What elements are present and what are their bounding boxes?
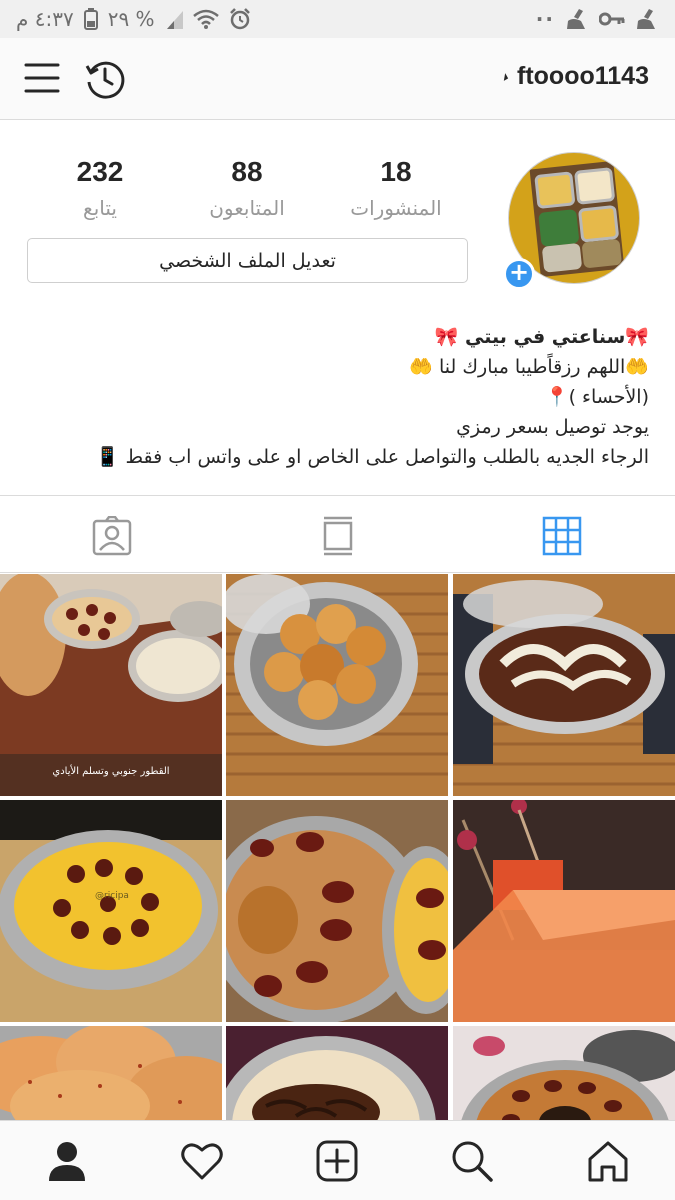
bio-line: (الأحساء )📍 — [544, 386, 649, 408]
key-icon — [599, 11, 625, 27]
following-count: 232 — [76, 156, 124, 187]
grid-icon[interactable] — [542, 516, 582, 556]
add-icon[interactable] — [315, 1139, 359, 1183]
bio: 🎀سناعتي في بيتي 🎀 🤲اللهم رزقاًطيبا مبارك… — [19, 322, 649, 472]
bio-name: 🎀سناعتي في بيتي 🎀 — [434, 326, 649, 348]
bio-line: 🤲اللهم رزقاًطيبا مبارك لنا 🤲 — [409, 356, 649, 378]
post-watermark: @ricipa — [95, 891, 129, 901]
add-story-button[interactable]: + — [503, 258, 535, 290]
following-label: يتابع — [83, 196, 117, 220]
status-right: ·· — [536, 7, 659, 31]
status-time: ٤:٣٧ م — [16, 7, 74, 31]
heart-icon[interactable] — [180, 1139, 224, 1183]
avatar-collage — [529, 160, 625, 278]
status-dots: ·· — [535, 7, 555, 31]
battery-percent: ٢٩ % — [107, 7, 155, 31]
profile-tabs — [0, 495, 675, 573]
search-icon[interactable] — [450, 1139, 494, 1183]
posts-stat[interactable]: 18 المنشورات — [336, 156, 456, 220]
post-onion-rice[interactable] — [226, 1026, 448, 1120]
caret-icon[interactable] — [500, 72, 509, 81]
battery-icon — [83, 8, 98, 30]
history-icon[interactable] — [84, 58, 126, 100]
post-date-cake[interactable] — [453, 1026, 675, 1120]
signal-icon — [165, 9, 183, 29]
following-stat[interactable]: 232 يتابع — [40, 156, 160, 220]
post-dessert-pot[interactable] — [453, 574, 675, 796]
followers-stat[interactable]: 88 المتابعون — [187, 156, 307, 220]
menu-icon[interactable] — [24, 62, 60, 94]
cleaner-icon — [635, 9, 659, 29]
posts-count: 18 — [380, 156, 412, 187]
edit-profile-button[interactable]: تعديل الملف الشخصي — [27, 238, 468, 283]
post-orange-gift[interactable] — [453, 800, 675, 1022]
posts-label: المنشورات — [350, 196, 442, 220]
post-date-pudding[interactable] — [226, 800, 448, 1022]
status-left: ٤:٣٧ م ٢٩ % — [16, 7, 251, 31]
alarm-icon — [229, 8, 251, 30]
followers-label: المتابعون — [209, 196, 285, 220]
igtv-icon[interactable] — [318, 516, 358, 556]
cleaner-icon — [565, 9, 589, 29]
bottom-nav — [0, 1120, 675, 1200]
home-icon[interactable] — [586, 1139, 630, 1183]
post-pastries-pot[interactable] — [226, 574, 448, 796]
status-bar: ٤:٣٧ م ٢٩ % ·· — [0, 0, 675, 38]
bio-line: الرجاء الجديه بالطلب والتواصل على الخاص … — [95, 446, 649, 468]
tagged-icon[interactable] — [92, 515, 132, 556]
username[interactable]: ftoooo1143 — [517, 62, 649, 91]
profile-icon[interactable] — [45, 1139, 89, 1183]
posts-grid: القطور جنوبي وتسلم الأيادي @ricipa — [0, 574, 675, 1120]
post-custard-dates[interactable]: @ricipa — [0, 800, 222, 1022]
post-sweets-tray[interactable]: القطور جنوبي وتسلم الأيادي — [0, 574, 222, 796]
account-switcher[interactable]: ftoooo1143 — [500, 62, 649, 91]
post-caption: القطور جنوبي وتسلم الأيادي — [52, 764, 169, 777]
top-nav: ftoooo1143 — [0, 38, 675, 120]
followers-count: 88 — [231, 156, 263, 187]
post-flatbread[interactable] — [0, 1026, 222, 1120]
wifi-icon — [192, 9, 219, 29]
bio-line: يوجد توصيل بسعر رمزي — [456, 416, 649, 438]
